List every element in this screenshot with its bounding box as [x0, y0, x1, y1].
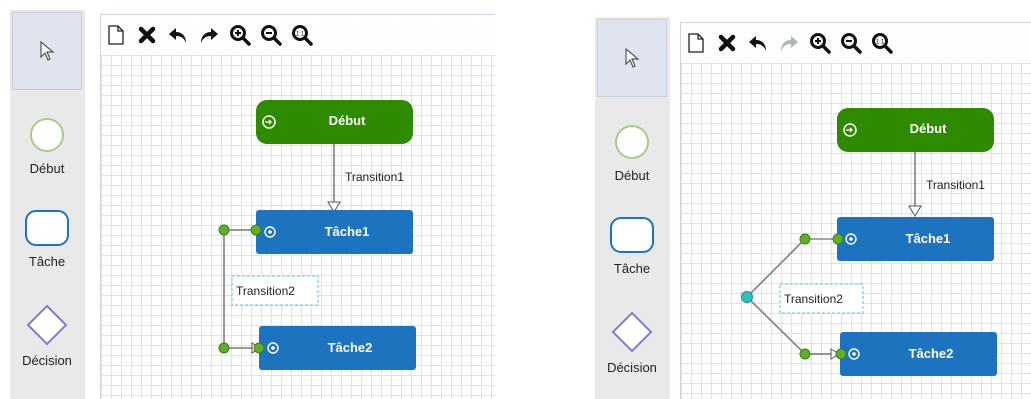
- waypoint-handle[interactable]: [218, 224, 230, 236]
- task2-node-label: Tâche2: [909, 346, 954, 361]
- pointer-icon: [40, 40, 55, 61]
- transition1-arrow: [908, 205, 922, 217]
- source-handle[interactable]: [832, 233, 844, 245]
- palette-sidebar: Début Tâche Décision: [595, 17, 670, 399]
- waypoint-handle[interactable]: [218, 342, 230, 354]
- pointer-tool[interactable]: [597, 19, 667, 97]
- waypoint-handle[interactable]: [799, 233, 811, 245]
- start-node-label: Début: [910, 121, 948, 136]
- target-handle[interactable]: [835, 348, 847, 360]
- task-tool-label: Tâche: [613, 261, 651, 276]
- start-tool-label: Début: [29, 161, 65, 176]
- start-circle-icon: [30, 118, 64, 152]
- task-tool[interactable]: Tâche: [597, 215, 667, 276]
- flow-diagram: Début Tâche1 Tâche2 Transition1 Transiti…: [218, 100, 416, 370]
- source-handle[interactable]: [250, 224, 262, 236]
- task-tool[interactable]: Tâche: [12, 208, 82, 269]
- start-node-label: Début: [329, 113, 367, 128]
- task1-node-label: Tâche1: [906, 231, 951, 246]
- decision-tool[interactable]: Décision: [597, 310, 667, 375]
- editor-panel-after: Début Tâche Décision 1:1 Début Tâche1 Tâ…: [585, 0, 1031, 399]
- flow-diagram: Début Tâche1 Tâche2 Transition1 Transiti…: [741, 108, 997, 376]
- transition2-label: Transition2: [236, 284, 295, 298]
- pointer-icon: [625, 47, 640, 68]
- start-circle-icon: [615, 125, 649, 159]
- task-tool-label: Tâche: [28, 254, 66, 269]
- pointer-tool[interactable]: [12, 12, 82, 90]
- decision-tool-label: Décision: [607, 360, 657, 375]
- target-handle[interactable]: [253, 342, 265, 354]
- decision-tool[interactable]: Décision: [12, 303, 82, 368]
- palette-sidebar: Début Tâche Décision: [10, 10, 85, 399]
- decision-tool-label: Décision: [22, 353, 72, 368]
- task-rect-icon: [610, 217, 654, 253]
- diagram-canvas[interactable]: 1:1 Début Tâche1 Tâche2 Transition1 Tran…: [100, 14, 495, 399]
- diagram-canvas[interactable]: 1:1 Début Tâche1 Tâche2 Transition1 Tran…: [680, 22, 1031, 399]
- transition1-label: Transition1: [926, 178, 985, 192]
- task-rect-icon: [25, 210, 69, 246]
- task2-node-label: Tâche2: [328, 340, 373, 355]
- virtual-bend-handle[interactable]: [741, 291, 753, 303]
- task1-node-label: Tâche1: [325, 224, 370, 239]
- transition2-label: Transition2: [784, 292, 843, 306]
- editor-panel-before: Début Tâche Décision 1:1 Début Tâche1 Tâ…: [0, 0, 495, 399]
- decision-diamond-icon: [611, 311, 653, 353]
- waypoint-handle[interactable]: [799, 348, 811, 360]
- start-tool[interactable]: Début: [597, 122, 667, 183]
- start-tool[interactable]: Début: [12, 115, 82, 176]
- decision-diamond-icon: [26, 304, 68, 346]
- transition1-label: Transition1: [345, 170, 404, 184]
- start-tool-label: Début: [614, 168, 650, 183]
